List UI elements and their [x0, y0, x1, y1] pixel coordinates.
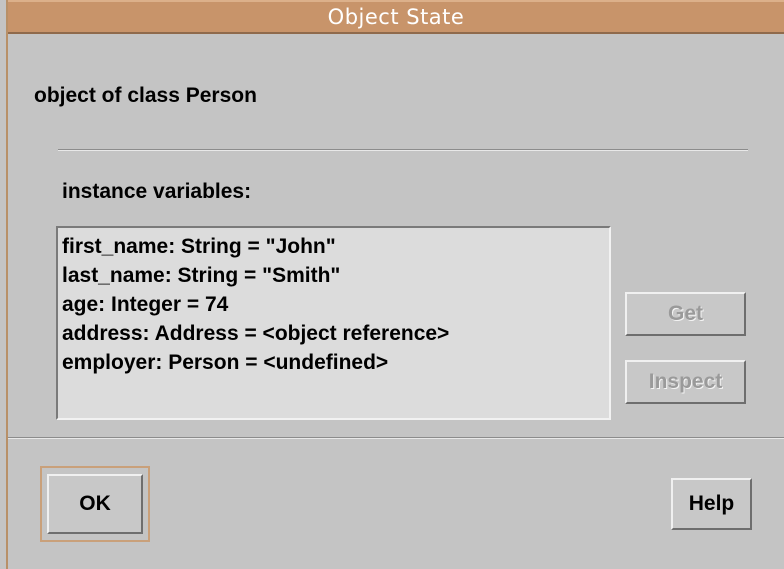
instance-variables-list[interactable]: first_name: String = "John" last_name: S…	[56, 226, 611, 420]
list-item[interactable]: address: Address = <object reference>	[62, 319, 609, 348]
instance-variables-label: instance variables:	[62, 180, 252, 203]
bottom-divider	[8, 437, 784, 439]
ok-button[interactable]: OK	[47, 474, 143, 534]
window-title: Object State	[327, 5, 465, 29]
class-heading: object of class Person	[34, 84, 257, 107]
list-item[interactable]: employer: Person = <undefined>	[62, 348, 609, 377]
title-bar[interactable]: Object State	[8, 0, 784, 34]
object-state-dialog: Object State object of class Person inst…	[0, 0, 784, 569]
list-item[interactable]: first_name: String = "John"	[62, 232, 609, 261]
list-item[interactable]: age: Integer = 74	[62, 290, 609, 319]
list-item[interactable]: last_name: String = "Smith"	[62, 261, 609, 290]
inspect-button[interactable]: Inspect	[625, 360, 746, 404]
divider	[58, 149, 748, 151]
help-button[interactable]: Help	[671, 478, 752, 530]
get-button[interactable]: Get	[625, 292, 746, 336]
